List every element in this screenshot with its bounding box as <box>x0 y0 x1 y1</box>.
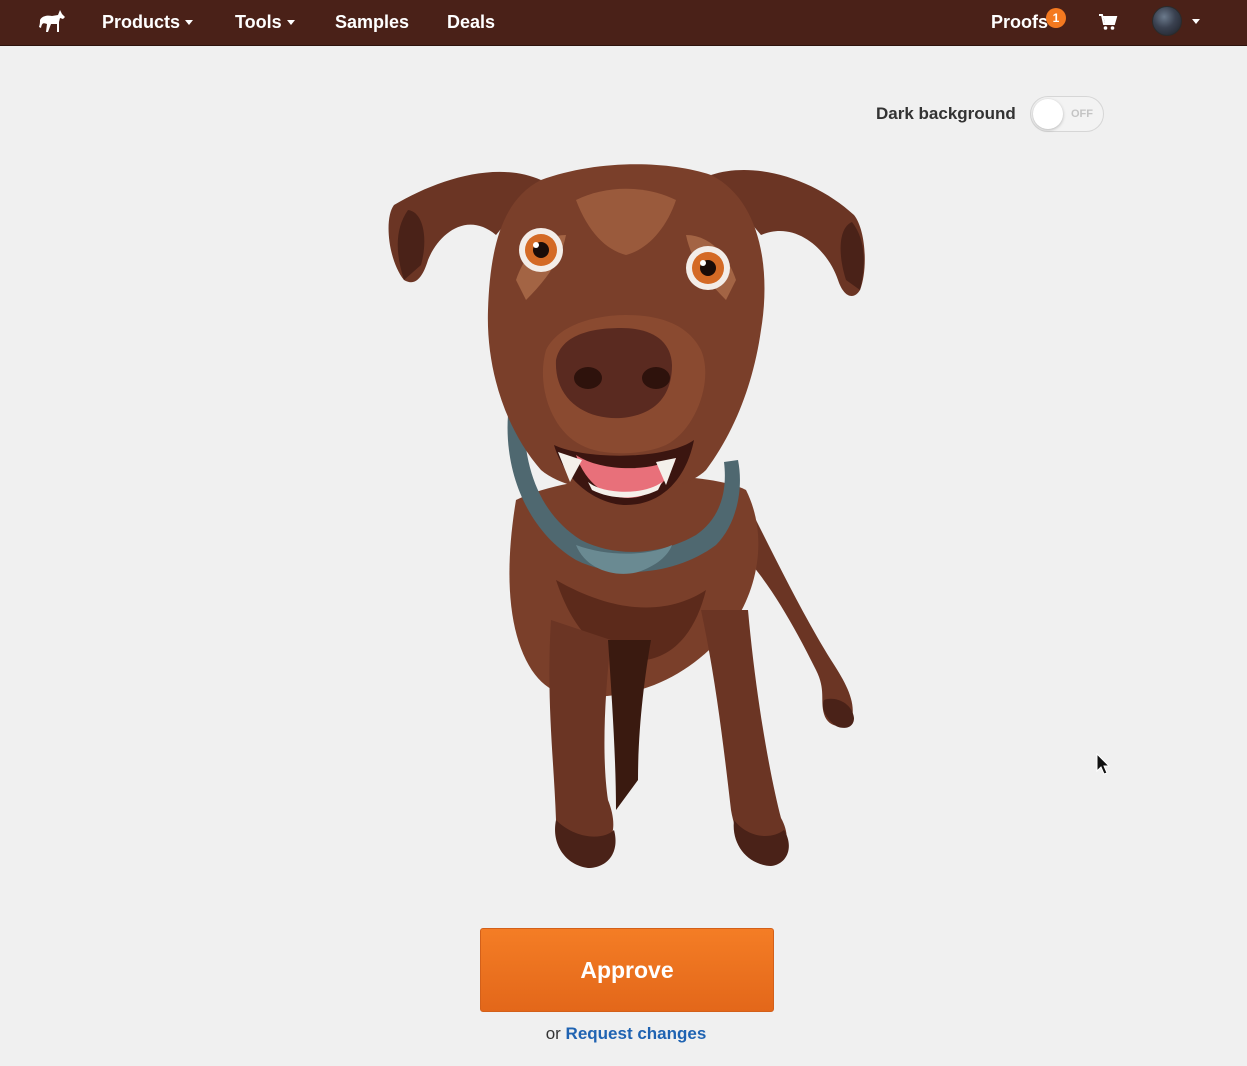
nav-proofs-label: Proofs <box>991 12 1049 32</box>
top-nav: Products Tools Samples Deals Proofs 1 <box>0 0 1247 46</box>
toggle-knob <box>1033 99 1063 129</box>
chevron-down-icon <box>185 20 194 25</box>
proofs-count-badge: 1 <box>1046 8 1066 28</box>
request-changes-line: or Request changes <box>0 1024 1247 1044</box>
nav-tools[interactable]: Tools <box>235 0 295 46</box>
nav-samples[interactable]: Samples <box>335 0 409 46</box>
dog-illustration <box>388 164 865 868</box>
nav-products-label: Products <box>102 12 181 32</box>
toggle-state-text: OFF <box>1071 108 1093 120</box>
user-avatar <box>1152 6 1182 36</box>
dark-background-toggle[interactable]: OFF <box>1030 96 1104 132</box>
cart-icon[interactable] <box>1098 12 1118 32</box>
dark-background-label: Dark background <box>876 104 1016 123</box>
chevron-down-icon <box>1192 19 1200 24</box>
chevron-down-icon <box>286 20 295 25</box>
nav-deals-label: Deals <box>447 12 496 32</box>
nav-samples-label: Samples <box>335 12 410 32</box>
nav-proofs[interactable]: Proofs <box>991 0 1048 46</box>
user-menu[interactable] <box>1152 6 1204 38</box>
nav-products[interactable]: Products <box>102 0 194 46</box>
nav-deals[interactable]: Deals <box>447 0 495 46</box>
nav-tools-label: Tools <box>235 12 282 32</box>
mouse-pointer-icon <box>1096 753 1111 775</box>
request-changes-link[interactable]: Request changes <box>566 1024 707 1043</box>
approve-button[interactable]: Approve <box>480 928 774 1012</box>
horse-logo-icon[interactable] <box>36 6 68 38</box>
or-text: or <box>545 1024 561 1043</box>
